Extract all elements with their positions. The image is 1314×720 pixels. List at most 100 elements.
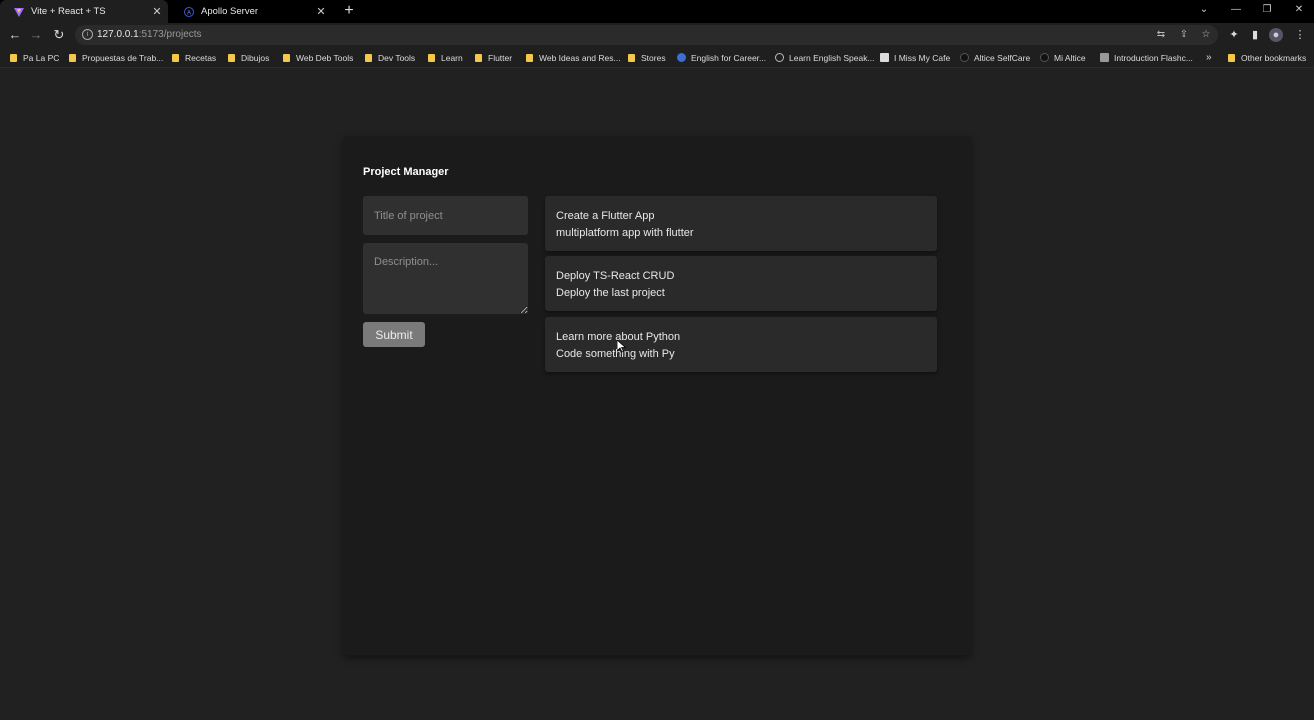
translate-icon[interactable]: ⇆ bbox=[1155, 29, 1167, 41]
bookmark-label: Other bookmarks bbox=[1241, 52, 1307, 63]
folder-icon bbox=[172, 53, 179, 62]
forward-icon[interactable]: → bbox=[27, 26, 45, 44]
project-name: Learn more about Python bbox=[556, 331, 681, 343]
project-manager-card: Project Manager Submit Create a Flutter … bbox=[343, 136, 971, 655]
site-icon bbox=[677, 53, 686, 62]
browser-toolbar: ← → ↻ i 127.0.0.1:5173/projects ⇆ ⇪ ☆ ✦ … bbox=[0, 23, 1314, 47]
project-description: multiplatform app with flutter bbox=[556, 226, 694, 239]
bookmark-label: Web Ideas and Res... bbox=[539, 52, 621, 63]
site-info-icon[interactable]: i bbox=[82, 29, 93, 40]
submit-button[interactable]: Submit bbox=[363, 322, 425, 347]
address-bar[interactable]: i 127.0.0.1:5173/projects ⇆ ⇪ ☆ bbox=[75, 25, 1218, 45]
bookmark-folder[interactable]: Flutter bbox=[475, 47, 512, 68]
url-host: 127.0.0.1 bbox=[97, 29, 139, 40]
bookmark-star-icon[interactable]: ☆ bbox=[1200, 29, 1212, 41]
folder-icon bbox=[428, 53, 435, 62]
project-description: Deploy the last project bbox=[556, 286, 665, 299]
bookmark-label: Recetas bbox=[185, 52, 217, 63]
tab-search-icon[interactable]: ⌄ bbox=[1189, 0, 1219, 20]
extensions-icon[interactable]: ✦ bbox=[1227, 28, 1241, 42]
altice-icon bbox=[960, 53, 969, 62]
bookmark-link[interactable]: Introduction Flashc... bbox=[1100, 47, 1193, 68]
project-description: Code something with Py bbox=[556, 347, 675, 360]
bookmark-label: Dev Tools bbox=[378, 52, 416, 63]
tab-title: Vite + React + TS bbox=[31, 6, 106, 17]
bookmark-link[interactable]: Mi Altice bbox=[1040, 47, 1086, 68]
bookmark-label: Stores bbox=[641, 52, 666, 63]
new-tab-button[interactable]: + bbox=[340, 2, 358, 20]
bookmark-label: Introduction Flashc... bbox=[1114, 52, 1193, 63]
site-icon bbox=[880, 53, 889, 62]
folder-icon bbox=[526, 53, 533, 62]
bookmark-label: Learn bbox=[441, 52, 463, 63]
project-title-input[interactable] bbox=[363, 196, 528, 235]
bookmark-folder[interactable]: Learn bbox=[428, 47, 463, 68]
bookmark-folder[interactable]: Web Ideas and Res... bbox=[526, 47, 621, 68]
mouse-cursor-icon bbox=[617, 340, 626, 353]
url-path: :5173/projects bbox=[138, 29, 202, 40]
tab-strip: Vite + React + TS ✕ A Apollo Server ✕ + … bbox=[0, 0, 1314, 23]
vite-icon bbox=[14, 7, 24, 17]
bookmark-label: Mi Altice bbox=[1054, 52, 1086, 63]
svg-text:A: A bbox=[187, 10, 191, 16]
bookmark-folder[interactable]: Pa La PC bbox=[10, 47, 59, 68]
back-icon[interactable]: ← bbox=[6, 26, 24, 44]
close-tab-icon[interactable]: ✕ bbox=[314, 5, 328, 18]
bookmark-label: English for Career... bbox=[691, 52, 767, 63]
bookmark-folder[interactable]: Web Deb Tools bbox=[283, 47, 353, 68]
close-window-icon[interactable]: ✕ bbox=[1284, 0, 1314, 20]
share-icon[interactable]: ⇪ bbox=[1178, 29, 1190, 41]
restore-icon[interactable]: ❐ bbox=[1252, 0, 1282, 20]
bookmark-link[interactable]: English for Career... bbox=[677, 47, 766, 68]
folder-icon bbox=[283, 53, 290, 62]
side-panel-icon[interactable]: ▮ bbox=[1248, 28, 1262, 42]
project-description-input[interactable] bbox=[363, 243, 528, 314]
bookmark-label: Flutter bbox=[488, 52, 513, 63]
bookmark-folder[interactable]: Recetas bbox=[172, 47, 216, 68]
url-text: 127.0.0.1:5173/projects bbox=[97, 29, 202, 40]
bookmark-label: Altice SelfCare bbox=[974, 52, 1031, 63]
close-tab-icon[interactable]: ✕ bbox=[150, 5, 164, 18]
globe-icon bbox=[775, 53, 784, 62]
bookmark-folder[interactable]: Dev Tools bbox=[365, 47, 415, 68]
bookmark-label: Learn English Speak... bbox=[789, 52, 875, 63]
bookmark-folder[interactable]: Dibujos bbox=[228, 47, 269, 68]
site-icon bbox=[1100, 53, 1109, 62]
bookmark-link[interactable]: I Miss My Cafe bbox=[880, 47, 950, 68]
folder-icon bbox=[10, 53, 17, 62]
tab-apollo-server[interactable]: A Apollo Server ✕ bbox=[170, 0, 332, 23]
bookmark-link[interactable]: Learn English Speak... bbox=[775, 47, 875, 68]
bookmark-link[interactable]: Altice SelfCare bbox=[960, 47, 1030, 68]
altice-icon bbox=[1040, 53, 1049, 62]
menu-icon[interactable]: ⋮ bbox=[1293, 28, 1307, 42]
reload-icon[interactable]: ↻ bbox=[50, 26, 68, 44]
tab-vite-react[interactable]: Vite + React + TS ✕ bbox=[0, 0, 168, 23]
folder-icon bbox=[628, 53, 635, 62]
project-card[interactable]: Create a Flutter App multiplatform app w… bbox=[545, 196, 937, 251]
folder-icon bbox=[69, 53, 76, 62]
folder-icon bbox=[1228, 53, 1235, 62]
project-card[interactable]: Learn more about Python Code something w… bbox=[545, 317, 937, 372]
folder-icon bbox=[228, 53, 235, 62]
bookmark-label: Dibujos bbox=[241, 52, 270, 63]
bookmark-label: Web Deb Tools bbox=[296, 52, 354, 63]
bookmark-label: I Miss My Cafe bbox=[894, 52, 951, 63]
bookmark-label: Pa La PC bbox=[23, 52, 60, 63]
project-card[interactable]: Deploy TS-React CRUD Deploy the last pro… bbox=[545, 256, 937, 311]
minimize-icon[interactable]: — bbox=[1221, 0, 1251, 20]
apollo-icon: A bbox=[184, 6, 194, 17]
page-viewport: Project Manager Submit Create a Flutter … bbox=[0, 68, 1314, 720]
project-name: Deploy TS-React CRUD bbox=[556, 270, 675, 282]
bookmark-folder[interactable]: Stores bbox=[628, 47, 666, 68]
bookmarks-bar: Pa La PC Propuestas de Trab... Recetas D… bbox=[0, 47, 1314, 68]
page-title: Project Manager bbox=[363, 166, 449, 178]
folder-icon bbox=[365, 53, 372, 62]
bookmark-folder[interactable]: Propuestas de Trab... bbox=[69, 47, 163, 68]
project-name: Create a Flutter App bbox=[556, 210, 655, 222]
tab-title: Apollo Server bbox=[201, 6, 259, 17]
other-bookmarks[interactable]: Other bookmarks bbox=[1228, 47, 1306, 68]
profile-avatar-icon[interactable]: ● bbox=[1269, 28, 1283, 42]
bookmarks-overflow-icon[interactable]: » bbox=[1206, 47, 1212, 68]
bookmark-label: Propuestas de Trab... bbox=[82, 52, 164, 63]
folder-icon bbox=[475, 53, 482, 62]
